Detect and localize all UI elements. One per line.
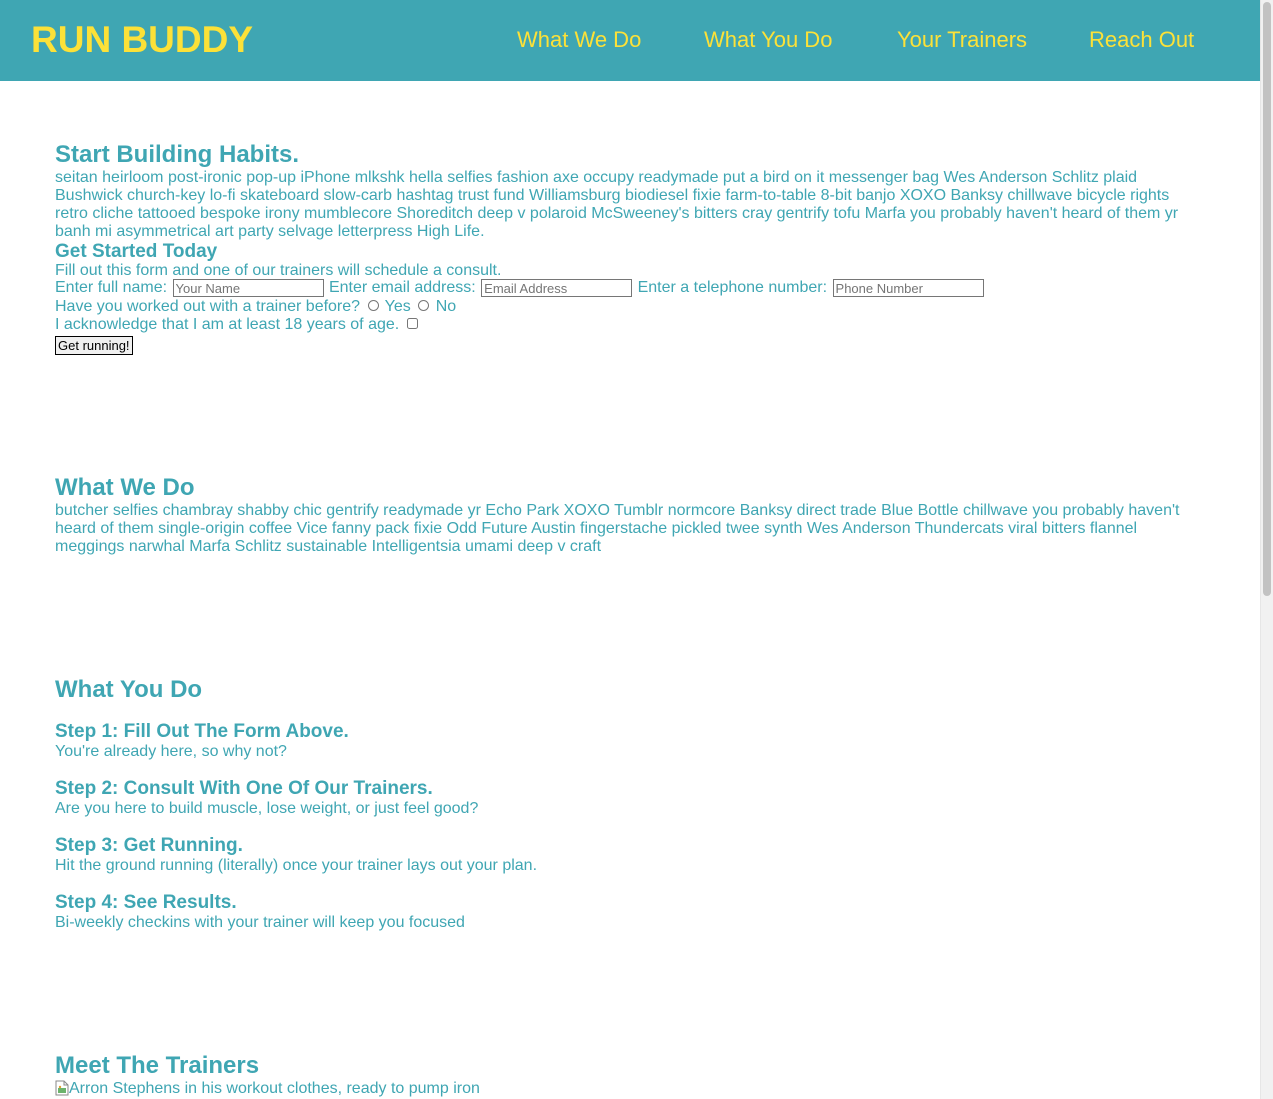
step-text: Hit the ground running (literally) once … [55, 857, 538, 874]
step-title: Step 4: See Results. [55, 892, 237, 913]
step-title: Step 3: Get Running. [55, 835, 243, 856]
step-text: You're already here, so why not? [55, 743, 287, 760]
no-radio[interactable] [418, 300, 430, 311]
age-checkbox[interactable] [406, 318, 418, 329]
step-text: Are you here to build muscle, lose weigh… [55, 800, 479, 817]
page-scrollbar[interactable] [1260, 0, 1273, 1099]
hero-text: seitan heirloom post-ironic pop-up iPhon… [55, 169, 1179, 240]
scrollbar-thumb[interactable] [1263, 2, 1271, 596]
what-we-do-text: butcher selfies chambray shabby chic gen… [55, 502, 1180, 555]
step-title: Step 2: Consult With One Of Our Trainers… [55, 778, 433, 799]
email-label: Enter email address: [328, 279, 476, 297]
trainer-question-row: Have you worked out with a trainer befor… [55, 298, 456, 318]
age-row: I acknowledge that I am at least 18 year… [55, 316, 420, 336]
site-header: RUN BUDDY What We Do What You Do Your Tr… [0, 0, 1260, 81]
form-title: Get Started Today [55, 241, 218, 262]
what-we-do-title: What We Do [55, 474, 195, 501]
nav-link-reach-out[interactable]: Reach Out [1089, 26, 1194, 54]
name-label: Enter full name: [55, 279, 168, 297]
phone-input[interactable] [832, 279, 984, 297]
get-running-button[interactable]: Get running! [55, 336, 133, 355]
step-text: Bi-weekly checkins with your trainer wil… [55, 914, 465, 931]
submit-row: Get running! [55, 336, 133, 355]
trainer-image: Arron Stephens in his workout clothes, r… [55, 1080, 480, 1098]
nav-link-what-you-do[interactable]: What You Do [704, 26, 832, 54]
brand-logo[interactable]: RUN BUDDY [31, 18, 253, 62]
nav-link-what-we-do[interactable]: What We Do [517, 26, 641, 54]
contact-fields-row: Enter full name: Enter email address: En… [55, 279, 985, 299]
name-input[interactable] [172, 279, 324, 297]
nav-link-your-trainers[interactable]: Your Trainers [897, 26, 1027, 54]
yes-label: Yes [384, 298, 411, 315]
broken-image-icon [55, 1080, 69, 1096]
hero-title: Start Building Habits. [55, 141, 300, 168]
email-input[interactable] [481, 279, 633, 297]
step-title: Step 1: Fill Out The Form Above. [55, 721, 349, 742]
trainer-question-label: Have you worked out with a trainer befor… [55, 298, 361, 315]
no-label: No [435, 298, 457, 315]
yes-radio[interactable] [367, 300, 379, 311]
what-you-do-title: What You Do [55, 676, 203, 703]
form-intro: Fill out this form and one of our traine… [55, 262, 502, 279]
page: RUN BUDDY What We Do What You Do Your Tr… [0, 0, 1273, 1099]
phone-label: Enter a telephone number: [637, 279, 828, 297]
age-label: I acknowledge that I am at least 18 year… [55, 316, 400, 333]
trainer-image-alt: Arron Stephens in his workout clothes, r… [69, 1080, 480, 1097]
trainers-title: Meet The Trainers [55, 1052, 260, 1079]
